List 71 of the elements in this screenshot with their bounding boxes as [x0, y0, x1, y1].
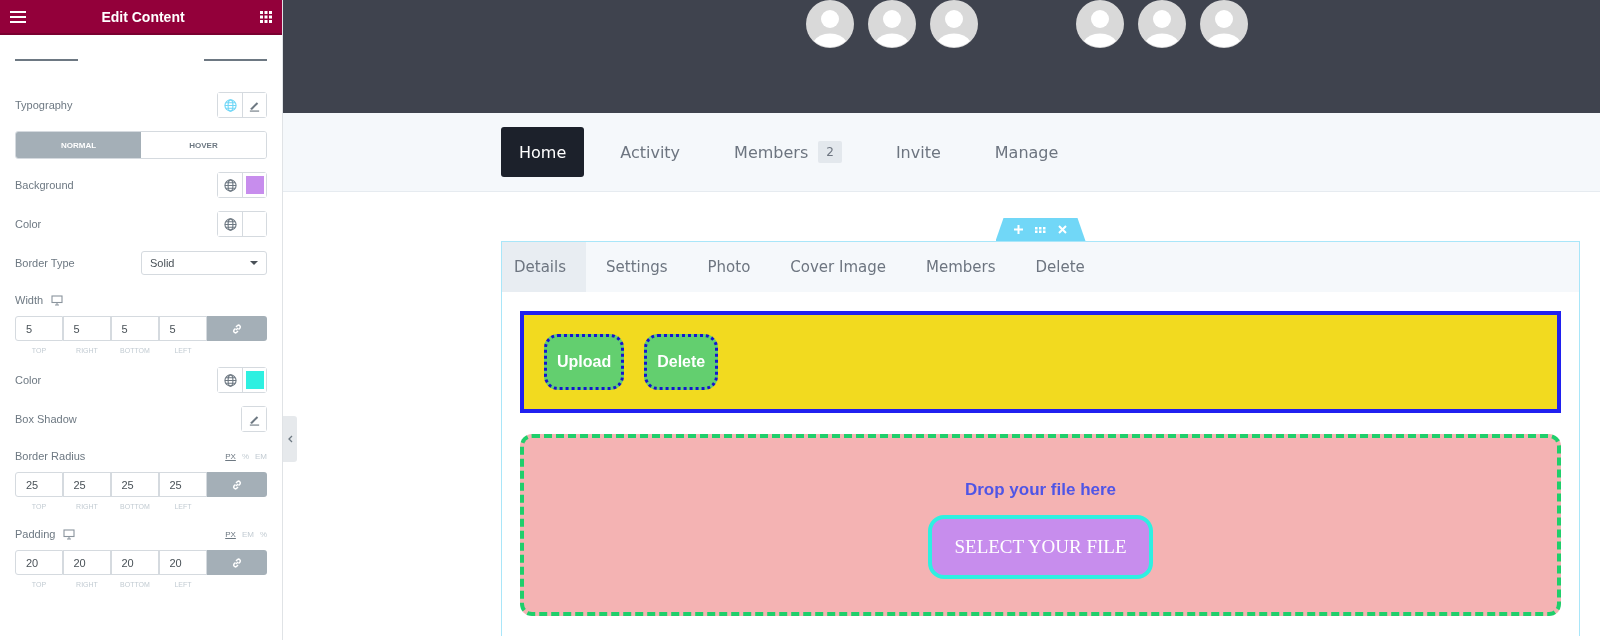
control-label: Typography	[15, 99, 73, 111]
unit-option[interactable]: PX	[225, 529, 236, 539]
drag-handle-icon[interactable]	[1035, 226, 1046, 233]
close-icon[interactable]	[1058, 225, 1067, 234]
link-button[interactable]	[207, 316, 267, 341]
dimension-field[interactable]: 5	[158, 316, 207, 341]
nav-label: Invite	[895, 142, 941, 162]
globe-icon	[223, 178, 237, 192]
dimension-field[interactable]: 25	[15, 472, 63, 497]
dimension-field[interactable]: 20	[158, 550, 207, 575]
globe-icon	[223, 217, 237, 231]
avatar-icon	[806, 0, 854, 48]
control-label: Color	[15, 374, 42, 386]
nav-tab[interactable]: Members 2	[716, 127, 860, 177]
avatar-icon	[930, 0, 978, 48]
avatar-icon	[1138, 0, 1186, 48]
nav-label: Manage	[994, 142, 1059, 162]
content-tab[interactable]: Settings	[594, 242, 688, 292]
dimension-field[interactable]: 5	[15, 316, 63, 341]
control-label: Background	[15, 179, 74, 191]
nav-tab[interactable]: Manage	[976, 127, 1077, 177]
avatar-icon	[1076, 0, 1124, 48]
avatar-icon	[868, 0, 916, 48]
dimension-field[interactable]: 5	[62, 316, 111, 341]
dimension-field[interactable]: 25	[62, 472, 111, 497]
globe-icon	[223, 98, 237, 112]
control-label: Box Shadow	[15, 413, 77, 425]
link-button[interactable]	[207, 472, 267, 497]
select-file-button[interactable]: SELECT YOUR FILE	[928, 515, 1153, 579]
menu-icon[interactable]	[10, 10, 26, 23]
unit-option[interactable]: PX	[225, 451, 236, 461]
control-label: Color	[15, 218, 42, 230]
nav-label: Home	[519, 142, 567, 162]
dimension-field[interactable]: 25	[110, 472, 159, 497]
link-icon	[231, 478, 243, 491]
dimension-field[interactable]: 20	[62, 550, 111, 575]
color-swatch[interactable]	[242, 212, 266, 236]
control-label: Padding	[15, 528, 56, 540]
collapse-handle[interactable]	[283, 416, 297, 462]
content-tab[interactable]: Cover Image	[778, 242, 906, 292]
nav-label: Activity	[620, 142, 681, 162]
nav-tab[interactable]: Home	[501, 127, 585, 177]
link-icon	[231, 322, 243, 335]
edit-button[interactable]	[242, 93, 266, 117]
content-tab[interactable]: Details	[502, 242, 586, 292]
avatar-icon	[1200, 0, 1248, 48]
dimension-field[interactable]: 5	[110, 316, 159, 341]
count-badge: 2	[818, 141, 842, 163]
content-tab[interactable]: Photo	[695, 242, 771, 292]
panel-title: Edit Content	[101, 8, 185, 25]
content-tab[interactable]: Delete	[1023, 242, 1105, 292]
control-label: Border Radius	[15, 450, 86, 462]
edit-button[interactable]	[242, 407, 266, 431]
dimension-field[interactable]: 20	[15, 550, 63, 575]
nav-tab[interactable]: Invite	[877, 127, 959, 177]
link-icon	[231, 556, 243, 569]
globe-icon	[223, 373, 237, 387]
border-type-select[interactable]: Solid	[141, 251, 267, 275]
content-tab[interactable]: Members	[914, 242, 1016, 292]
drop-zone[interactable]: Drop your file here SELECT YOUR FILE	[520, 434, 1561, 616]
link-button[interactable]	[207, 550, 267, 575]
add-icon[interactable]	[1014, 225, 1023, 234]
grid-icon[interactable]	[260, 10, 272, 23]
dimension-field[interactable]: 20	[110, 550, 159, 575]
dimension-field[interactable]: 25	[158, 472, 207, 497]
control-label: Width	[15, 294, 44, 306]
nav-label: Members	[734, 142, 809, 162]
nav-tab[interactable]: Activity	[602, 127, 699, 177]
drop-message: Drop your file here	[964, 480, 1117, 500]
control-label: Border Type	[15, 257, 75, 269]
chevron-left-icon	[287, 435, 293, 443]
